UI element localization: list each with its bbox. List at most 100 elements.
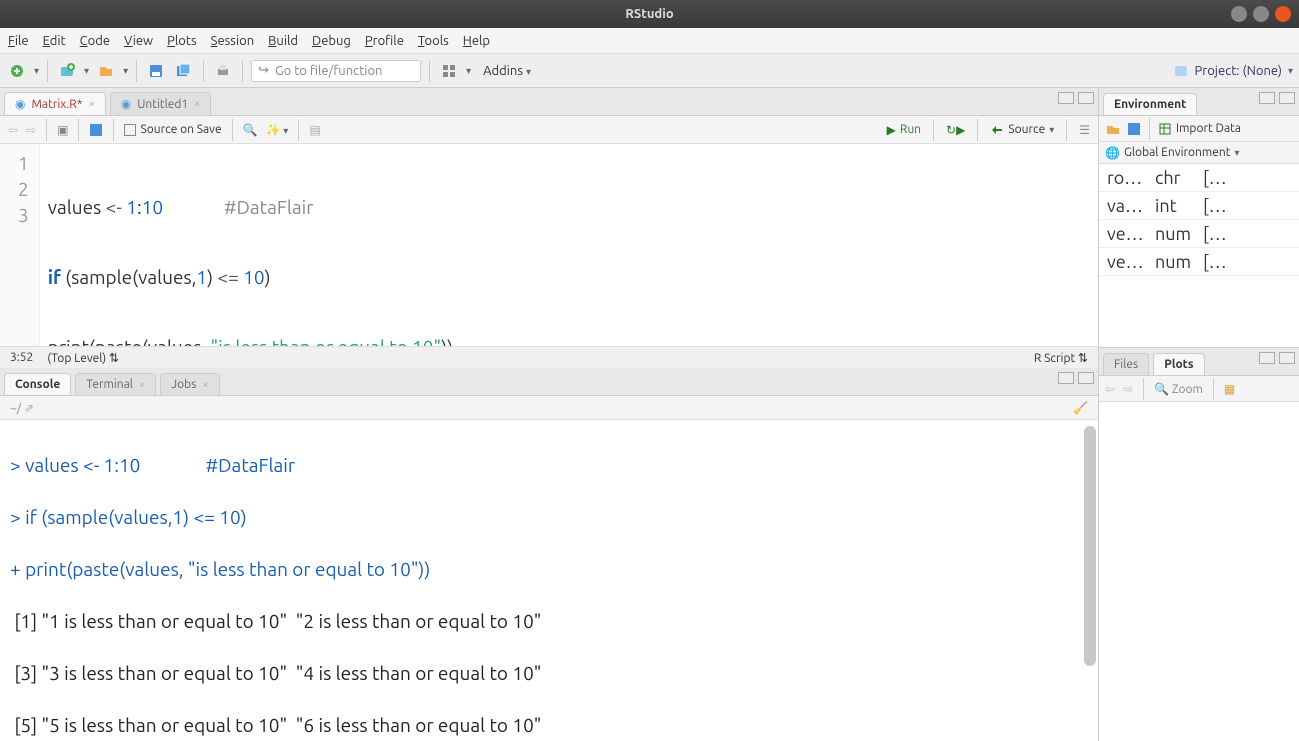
forward-button[interactable]: ⇨ (26, 123, 36, 137)
env-row[interactable]: ve…num[… (1099, 220, 1299, 248)
console-line: + print(paste(values, "is less than or e… (10, 556, 1088, 582)
save-all-button[interactable] (173, 60, 195, 82)
menu-code[interactable]: Code (80, 34, 110, 48)
cursor-position: 3:52 (10, 351, 33, 364)
maximize-button[interactable] (1253, 6, 1269, 22)
addins-menu[interactable]: Addins ▾ (483, 64, 531, 78)
menu-tools[interactable]: Tools (418, 34, 449, 48)
maximize-pane-button[interactable] (1078, 372, 1094, 384)
show-in-new-window-button[interactable]: ▣ (57, 123, 68, 137)
tab-matrix-r[interactable]: ◉ Matrix.R* × (4, 92, 106, 115)
source-tabs: ◉ Matrix.R* × ◉ Untitled1 × (0, 88, 1098, 116)
save-button[interactable] (145, 60, 167, 82)
new-project-button[interactable] (56, 60, 78, 82)
new-file-button[interactable] (6, 60, 28, 82)
goto-placeholder: Go to file/function (275, 64, 382, 78)
goto-dir-icon[interactable]: ⇗ (24, 402, 34, 415)
console-line: > values <- 1:10 #DataFlair (10, 452, 1088, 478)
console-tabs: Console Terminal × Jobs × (0, 368, 1098, 396)
menu-file[interactable]: File (8, 34, 29, 48)
dropdown-caret-icon[interactable]: ▾ (466, 65, 471, 77)
environment-scope[interactable]: 🌐 Global Environment ▾ (1099, 142, 1299, 164)
menu-session[interactable]: Session (211, 34, 254, 48)
dropdown-caret-icon[interactable]: ▾ (84, 65, 89, 77)
tab-jobs[interactable]: Jobs × (160, 373, 219, 395)
working-dir: ~/ (10, 402, 21, 415)
dropdown-caret-icon[interactable]: ▾ (123, 65, 128, 77)
console-output[interactable]: > values <- 1:10 #DataFlair > if (sample… (0, 420, 1098, 741)
environment-table: ro…chr[… va…int[… ve…num[… ve…num[… (1099, 164, 1299, 276)
maximize-pane-button[interactable] (1279, 92, 1295, 104)
console-line: [5] "5 is less than or equal to 10" "6 i… (10, 712, 1088, 738)
wand-button[interactable]: ✨ ▾ (266, 123, 289, 137)
project-selector[interactable]: Project: (None) ▾ (1173, 63, 1293, 79)
save-workspace-button[interactable] (1127, 122, 1141, 136)
close-tab-icon[interactable]: × (194, 98, 200, 110)
close-tab-icon[interactable]: × (88, 98, 94, 110)
prev-plot-button[interactable]: ⇦ (1105, 382, 1115, 396)
titlebar: RStudio (0, 0, 1299, 28)
next-plot-button[interactable]: ⇨ (1123, 382, 1133, 396)
scrollbar-thumb[interactable] (1084, 426, 1096, 666)
menu-edit[interactable]: Edit (43, 34, 66, 48)
code-line[interactable]: if (sample(values,1) <= 10) (48, 264, 453, 290)
tab-environment[interactable]: Environment (1103, 93, 1197, 115)
tab-plots[interactable]: Plots (1153, 353, 1204, 375)
clear-console-button[interactable]: 🧹 (1073, 401, 1088, 415)
tab-terminal[interactable]: Terminal × (75, 373, 156, 395)
menu-debug[interactable]: Debug (312, 34, 351, 48)
source-on-save-checkbox[interactable]: Source on Save (124, 123, 221, 136)
code-line[interactable]: print(paste(values, "is less than or equ… (48, 334, 453, 346)
load-workspace-button[interactable] (1105, 121, 1121, 137)
minimize-button[interactable] (1231, 6, 1247, 22)
menubar: File Edit Code View Plots Session Build … (0, 28, 1299, 54)
env-row[interactable]: ve…num[… (1099, 248, 1299, 276)
dropdown-caret-icon: ▾ (1288, 65, 1293, 77)
grid-view-button[interactable] (438, 60, 460, 82)
plots-tabs: Files Plots (1099, 348, 1299, 376)
scope-selector[interactable]: (Top Level) ⇅ (47, 351, 119, 365)
minimize-pane-button[interactable] (1259, 352, 1275, 364)
menu-view[interactable]: View (124, 34, 153, 48)
code-editor[interactable]: 1 2 3 values <- 1:10 #DataFlair if (samp… (0, 144, 1098, 346)
menu-plots[interactable]: Plots (167, 34, 197, 48)
find-button[interactable]: 🔍 (243, 123, 258, 137)
arrow-right-icon: ↪ (258, 63, 269, 78)
tab-console[interactable]: Console (4, 373, 71, 395)
compile-report-button[interactable]: ▤ (309, 123, 320, 137)
tab-untitled1[interactable]: ◉ Untitled1 × (110, 92, 212, 115)
minimize-pane-button[interactable] (1058, 92, 1074, 104)
run-button[interactable]: ▶ Run (887, 123, 921, 137)
code-line[interactable]: values <- 1:10 #DataFlair (48, 194, 453, 220)
export-plot-button[interactable]: ▦ (1224, 382, 1235, 396)
goto-file-input[interactable]: ↪ Go to file/function (251, 60, 421, 82)
maximize-pane-button[interactable] (1078, 92, 1094, 104)
back-button[interactable]: ⇦ (8, 123, 18, 137)
menu-build[interactable]: Build (268, 34, 298, 48)
outline-button[interactable]: ☰ (1079, 123, 1090, 137)
maximize-pane-button[interactable] (1279, 352, 1295, 364)
source-button[interactable]: Source ▾ (990, 123, 1054, 137)
import-dataset-button[interactable]: Import Data (1158, 122, 1241, 136)
zoom-button[interactable]: 🔍 Zoom (1154, 382, 1203, 396)
menu-profile[interactable]: Profile (365, 34, 404, 48)
close-button[interactable] (1275, 6, 1291, 22)
menu-help[interactable]: Help (463, 34, 490, 48)
file-type-selector[interactable]: R Script ⇅ (1034, 351, 1088, 365)
print-button[interactable] (212, 60, 234, 82)
tab-label: Matrix.R* (31, 98, 82, 111)
save-file-button[interactable] (89, 123, 103, 137)
tab-label: Untitled1 (137, 98, 188, 111)
env-row[interactable]: ro…chr[… (1099, 164, 1299, 192)
env-row[interactable]: va…int[… (1099, 192, 1299, 220)
project-label: Project: (None) (1195, 64, 1282, 78)
dropdown-caret-icon[interactable]: ▾ (34, 65, 39, 77)
r-file-icon: ◉ (15, 97, 25, 111)
minimize-pane-button[interactable] (1259, 92, 1275, 104)
source-toolbar: ⇦ ⇨ ▣ Source on Save 🔍 ✨ ▾ ▤ ▶ Run (0, 116, 1098, 144)
main-toolbar: ▾ ▾ ▾ ↪ Go to file/function ▾ Addins ▾ P… (0, 54, 1299, 88)
open-file-button[interactable] (95, 60, 117, 82)
tab-files[interactable]: Files (1103, 353, 1149, 375)
rerun-button[interactable]: ↻▶ (946, 123, 965, 137)
minimize-pane-button[interactable] (1058, 372, 1074, 384)
